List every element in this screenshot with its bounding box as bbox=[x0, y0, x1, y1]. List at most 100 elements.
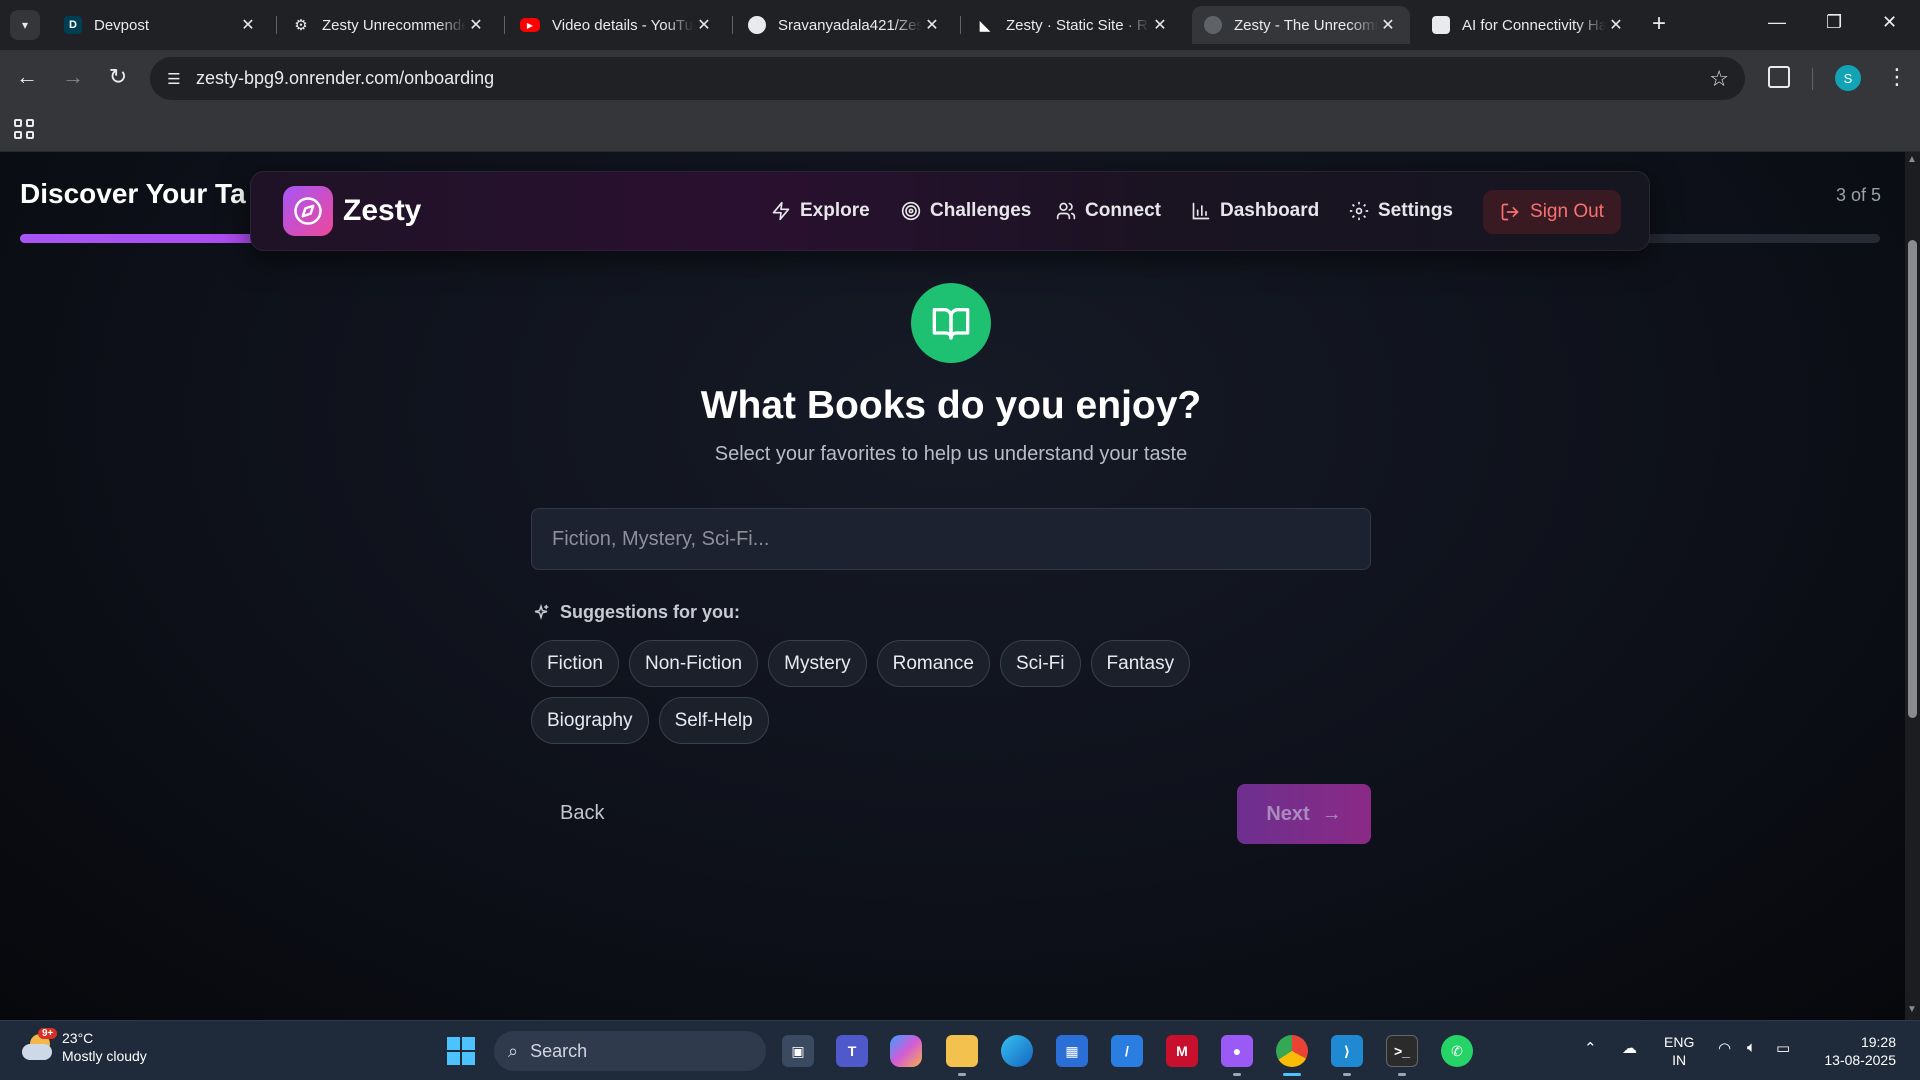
back-arrow-icon[interactable]: ← bbox=[12, 64, 42, 90]
restore-icon[interactable]: ❐ bbox=[1826, 12, 1842, 33]
chrome-icon[interactable] bbox=[1276, 1035, 1308, 1067]
edge-icon[interactable] bbox=[1001, 1035, 1033, 1067]
volume-icon[interactable]: 🔈︎ bbox=[1747, 1039, 1756, 1056]
minimize-icon[interactable]: — bbox=[1768, 12, 1786, 33]
close-icon[interactable]: ✕ bbox=[694, 15, 714, 35]
question-subtitle: Select your favorites to help us underst… bbox=[714, 443, 1188, 465]
tab-zesty-active[interactable]: Zesty - The Unrecommended ✕ bbox=[1192, 6, 1410, 44]
weather-temp: 23°C bbox=[62, 1030, 94, 1046]
tab-ai-connectivity[interactable]: AI for Connectivity Hackathon ✕ bbox=[1420, 6, 1638, 44]
windows-start-icon[interactable] bbox=[447, 1037, 475, 1065]
tab-render[interactable]: ◣ Zesty · Static Site · Render ✕ bbox=[964, 6, 1182, 44]
app-indicator bbox=[1343, 1073, 1351, 1076]
clock[interactable]: 19:28 13-08-2025 bbox=[1816, 1033, 1896, 1069]
teams-icon[interactable]: T bbox=[836, 1035, 868, 1067]
scroll-down-arrow-icon[interactable]: ▼ bbox=[1907, 1004, 1917, 1015]
suggestion-chip[interactable]: Self-Help bbox=[658, 697, 769, 744]
language-indicator[interactable]: ENG IN bbox=[1664, 1033, 1694, 1069]
scroll-up-arrow-icon[interactable]: ▲ bbox=[1907, 154, 1917, 165]
next-button[interactable]: Next → bbox=[1237, 784, 1371, 844]
gear-icon bbox=[1349, 201, 1369, 221]
new-tab-plus-icon[interactable]: + bbox=[1652, 12, 1666, 36]
app-indicator bbox=[1398, 1073, 1406, 1076]
brand-name[interactable]: Zesty bbox=[343, 194, 421, 228]
nav-explore[interactable]: Explore bbox=[771, 200, 870, 222]
window-close-icon[interactable]: ✕ bbox=[1882, 12, 1897, 33]
tab-zesty-unrecommended[interactable]: ⚙ Zesty Unrecommended ✕ bbox=[280, 6, 498, 44]
page-scrollbar[interactable]: ▲ ▼ bbox=[1905, 152, 1920, 1020]
close-icon[interactable]: ✕ bbox=[922, 15, 942, 35]
apps-grid-icon[interactable] bbox=[14, 119, 34, 139]
suggestion-chip[interactable]: Non-Fiction bbox=[628, 640, 759, 687]
url-text[interactable]: zesty-bpg9.onrender.com/onboarding bbox=[196, 68, 494, 89]
tab-title: AI for Connectivity Hackathon bbox=[1462, 16, 1606, 34]
tab-youtube[interactable]: ▶ Video details - YouTube ✕ bbox=[508, 6, 726, 44]
mcafee-icon[interactable]: M bbox=[1166, 1035, 1198, 1067]
forward-arrow-icon[interactable]: → bbox=[58, 64, 88, 90]
nav-dashboard[interactable]: Dashboard bbox=[1191, 200, 1319, 222]
suggestion-chips: Fiction Non-Fiction Mystery Romance Sci-… bbox=[531, 640, 1291, 744]
tab-title: Zesty · Static Site · Render bbox=[1006, 16, 1150, 34]
weather-widget[interactable]: 9+ 23°C Mostly cloudy bbox=[20, 1028, 147, 1065]
wifi-icon[interactable]: ◠ bbox=[1718, 1039, 1731, 1057]
tab-title: Zesty - The Unrecommended bbox=[1234, 16, 1378, 34]
back-button[interactable]: Back bbox=[560, 802, 604, 825]
suggestion-chip[interactable]: Sci-Fi bbox=[999, 640, 1081, 687]
nav-challenges[interactable]: Challenges bbox=[901, 200, 1031, 222]
suggestion-chip[interactable]: Fantasy bbox=[1090, 640, 1191, 687]
more-menu-icon[interactable]: ⋮ bbox=[1886, 64, 1908, 90]
lightning-icon bbox=[772, 201, 790, 221]
suggestion-chip[interactable]: Fiction bbox=[531, 640, 619, 687]
tab-title: Zesty Unrecommended bbox=[322, 16, 466, 34]
close-icon[interactable]: ✕ bbox=[466, 15, 486, 35]
arrow-right-icon: → bbox=[1321, 802, 1342, 825]
app-indicator-active bbox=[1283, 1073, 1301, 1076]
vscode-icon[interactable]: ⟩ bbox=[1331, 1035, 1363, 1067]
nav-connect[interactable]: Connect bbox=[1056, 200, 1161, 222]
lang-line1: ENG bbox=[1664, 1034, 1695, 1050]
suggestion-chip[interactable]: Biography bbox=[531, 697, 649, 744]
tab-divider bbox=[732, 16, 733, 34]
store-icon[interactable]: ▦ bbox=[1056, 1035, 1088, 1067]
mathpad-icon[interactable]: / bbox=[1111, 1035, 1143, 1067]
windows-taskbar: 9+ 23°C Mostly cloudy ⌕ Search ▣ T ▦ / M… bbox=[0, 1020, 1920, 1080]
weather-desc: Mostly cloudy bbox=[62, 1048, 147, 1064]
extensions-icon[interactable] bbox=[1768, 66, 1790, 88]
book-preferences-input[interactable] bbox=[531, 508, 1371, 570]
tab-search-chevron-icon[interactable]: ▾ bbox=[10, 10, 40, 40]
sign-out-label: Sign Out bbox=[1530, 201, 1604, 222]
discord-icon[interactable]: ● bbox=[1221, 1035, 1253, 1067]
chevron-up-icon[interactable]: ⌃ bbox=[1584, 1039, 1597, 1057]
tab-divider bbox=[960, 16, 961, 34]
sign-out-button[interactable]: Sign Out bbox=[1483, 190, 1621, 234]
profile-avatar[interactable]: S bbox=[1835, 65, 1861, 91]
close-icon[interactable]: ✕ bbox=[1378, 15, 1398, 35]
nav-settings[interactable]: Settings bbox=[1349, 200, 1453, 222]
site-info-icon[interactable]: ☰ bbox=[154, 70, 194, 88]
tab-github[interactable]: Sravanyadala421/Zesty ✕ bbox=[736, 6, 954, 44]
browser-toolbar: ← → ↻ ☰ zesty-bpg9.onrender.com/onboardi… bbox=[0, 50, 1920, 108]
copilot-icon[interactable] bbox=[890, 1035, 922, 1067]
taskbar-search[interactable]: ⌕ Search bbox=[494, 1031, 766, 1071]
task-view-icon[interactable]: ▣ bbox=[782, 1035, 814, 1067]
battery-icon[interactable]: ▭ bbox=[1776, 1039, 1790, 1057]
tab-divider bbox=[504, 16, 505, 34]
onedrive-icon[interactable]: ☁ bbox=[1622, 1039, 1637, 1057]
bookmark-star-icon[interactable]: ☆ bbox=[1709, 66, 1729, 92]
tab-devpost[interactable]: D Devpost ✕ bbox=[52, 6, 270, 44]
file-explorer-icon[interactable] bbox=[946, 1035, 978, 1067]
close-icon[interactable]: ✕ bbox=[238, 15, 258, 35]
address-bar[interactable]: ☰ zesty-bpg9.onrender.com/onboarding ☆ bbox=[150, 57, 1745, 100]
compass-logo-icon[interactable] bbox=[283, 186, 333, 236]
render-favicon-icon: ◣ bbox=[979, 16, 991, 33]
openai-favicon-icon: ⚙ bbox=[294, 17, 308, 34]
suggestion-chip[interactable]: Romance bbox=[876, 640, 990, 687]
app-indicator bbox=[958, 1073, 966, 1076]
scrollbar-thumb[interactable] bbox=[1908, 240, 1917, 718]
whatsapp-icon[interactable]: ✆ bbox=[1441, 1035, 1473, 1067]
close-icon[interactable]: ✕ bbox=[1606, 15, 1626, 35]
reload-icon[interactable]: ↻ bbox=[103, 64, 133, 90]
close-icon[interactable]: ✕ bbox=[1150, 15, 1170, 35]
terminal-icon[interactable]: >_ bbox=[1386, 1035, 1418, 1067]
suggestion-chip[interactable]: Mystery bbox=[768, 640, 867, 687]
